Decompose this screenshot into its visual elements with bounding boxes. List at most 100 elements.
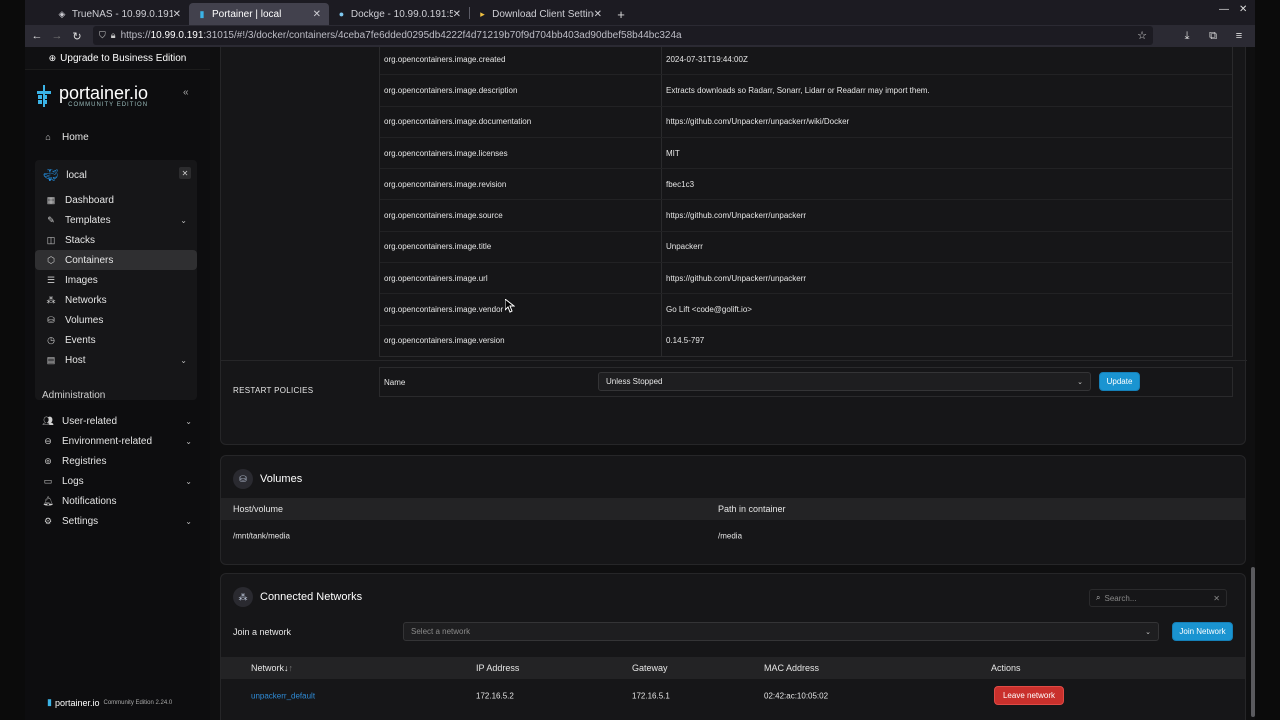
close-icon[interactable]: ✕ [453,9,461,20]
forward-icon[interactable]: → [47,26,67,46]
label-row: org.opencontainers.image.documentation ht… [380,105,1232,137]
sidebar: ⊕ Upgrade to Business Edition portainer.… [25,47,210,720]
close-window-icon[interactable]: ✕ [1239,4,1247,15]
restart-policies-title: RESTART POLICIES [233,386,314,395]
containers-icon: ⬡ [47,254,55,265]
back-icon[interactable]: ← [27,26,47,46]
sidebar-item-settings[interactable]: ⚙ Settings ⌄ [42,512,192,530]
shield-icon: ⛉ [99,30,106,40]
leave-network-button[interactable]: Leave network [994,686,1064,705]
collapse-sidebar-icon[interactable]: « [183,87,189,98]
sidebar-item-volumes[interactable]: ⛁ Volumes [45,311,187,329]
sidebar-item-images[interactable]: ☰ Images [45,271,187,289]
upgrade-banner[interactable]: ⊕ Upgrade to Business Edition [25,47,210,70]
events-icon: ◷ [47,334,55,345]
url-prefix: https:// [120,30,151,41]
sidebar-item-stacks[interactable]: ◫ Stacks [45,231,187,249]
sidebar-item-containers[interactable]: ⬡ Containers [35,250,197,270]
footer-version: Community Edition 2.24.0 [103,699,173,706]
label-value: 0.14.5-797 [666,336,705,346]
restart-policy-select[interactable]: Unless Stopped ⌄ [598,372,1091,391]
sidebar-item-label: Templates [65,214,111,226]
sidebar-item-label: Environment-related [62,435,153,447]
update-button[interactable]: Update [1099,372,1140,391]
network-search-input[interactable]: ⌕ Search... ✕ [1089,589,1227,607]
network-select[interactable]: Select a network ⌄ [403,622,1159,641]
brand-subtitle: COMMUNITY EDITION [68,102,149,108]
sidebar-item-notifications[interactable]: 🔔︎ Notifications [42,492,192,510]
mouse-cursor-icon [505,299,515,313]
menu-icon[interactable]: ≡ [1229,26,1249,46]
environment-name: local [66,169,87,181]
docker-icon: 🐳︎ [43,168,59,182]
logs-icon: ▭ [43,475,53,486]
sidebar-item-home[interactable]: ⌂ Home [42,128,192,146]
lock-icon: 🔒︎ [110,30,116,40]
chevron-down-icon: ⌄ [1145,628,1151,636]
sidebar-item-label: Volumes [65,314,104,326]
sidebar-item-label: Dashboard [65,194,114,206]
portainer-logo[interactable]: portainer.io COMMUNITY EDITION [35,83,148,109]
sidebar-item-registries[interactable]: ⊚ Registries [42,452,192,470]
sidebar-item-host[interactable]: ▤ Host ⌄ [45,351,187,369]
chevron-down-icon: ⌄ [185,436,192,446]
join-network-button[interactable]: Join Network [1172,622,1233,641]
minimize-icon[interactable]: — [1219,4,1229,15]
portainer-icon: ▮ [199,8,205,19]
close-icon[interactable]: ✕ [313,9,321,20]
tab-dockge[interactable]: ● Dockge - 10.99.0.191:500 ✕ [329,3,469,25]
container-details-panel: org.opencontainers.image.created 2024-07-… [220,47,1247,445]
tab-truenas[interactable]: ◈ TrueNAS - 10.99.0.191 ✕ [49,3,189,25]
sidebar-item-templates[interactable]: ✎ Templates ⌄ [45,211,187,229]
label-value: Extracts downloads so Radarr, Sonarr, Li… [666,85,930,95]
label-key: org.opencontainers.image.licenses [380,137,662,169]
chevron-down-icon: ⌄ [185,416,192,426]
dockge-icon: ● [338,9,345,19]
sidebar-item-user-related[interactable]: 👥︎ User-related ⌄ [42,412,192,430]
footer-brand-name: portainer.io [54,697,100,708]
sidebar-item-label: Networks [65,294,107,306]
brand-name: portainer.io [59,83,149,103]
sidebar-item-dashboard[interactable]: ▦ Dashboard [45,191,187,209]
label-key: org.opencontainers.image.description [380,75,662,106]
sonarr-icon: ▸ [480,8,485,19]
extensions-icon[interactable]: ⧉ [1203,26,1223,46]
close-icon[interactable]: ✕ [594,9,602,20]
navigation-bar: ← → ↻ ⛉ 🔒︎ https://10.99.0.191:31015/#!/… [25,25,1255,47]
column-actions: Actions [991,663,1021,673]
restart-policies-section: RESTART POLICIES Name Unless Stopped ⌄ U… [221,360,1247,424]
column-network[interactable]: Network↓↑ [251,663,293,673]
column-path-in-container: Path in container [718,504,786,514]
address-bar[interactable]: ⛉ 🔒︎ https://10.99.0.191:31015/#!/3/dock… [93,26,1153,45]
label-value: https://github.com/Unpackerr/unpackerr/w… [666,117,850,127]
page-scrollbar[interactable] [1251,567,1255,717]
network-name-link[interactable]: unpackerr_default [251,692,315,701]
close-icon[interactable]: ✕ [173,9,181,20]
new-tab-button[interactable]: + [610,3,632,25]
users-icon: 👥︎ [42,415,54,426]
sidebar-item-label: User-related [62,415,118,427]
sidebar-item-networks[interactable]: ⁂ Networks [45,291,187,309]
bookmark-star-icon[interactable]: ☆ [1137,29,1147,42]
tab-sonarr[interactable]: ▸ Download Client Settings ✕ [470,3,610,25]
column-mac-address: MAC Address [764,663,820,673]
sidebar-item-events[interactable]: ◷ Events [45,331,187,349]
sidebar-item-logs[interactable]: ▭ Logs ⌄ [42,472,192,490]
label-row: org.opencontainers.image.created 2024-07-… [380,47,1232,75]
clear-search-icon[interactable]: ✕ [1213,594,1220,603]
label-key: org.opencontainers.image.revision [380,169,662,200]
network-mac: 02:42:ac:10:05:02 [764,691,829,701]
label-key: org.opencontainers.image.title [380,231,662,263]
volumes-heading: Volumes [260,473,303,485]
label-key: org.opencontainers.image.source [380,200,662,231]
reload-icon[interactable]: ↻ [67,26,87,46]
download-icon[interactable]: ⤓ [1177,26,1197,46]
images-icon: ☰ [46,274,56,285]
tab-label: TrueNAS - 10.99.0.191 [71,8,173,20]
close-environment-icon[interactable]: ✕ [179,167,191,179]
sidebar-item-label: Notifications [62,495,117,507]
network-ip: 172.16.5.2 [476,691,514,701]
table-row: unpackerr_default 172.16.5.2 172.16.5.1 … [221,681,1245,711]
sidebar-item-environment-related[interactable]: ⊖ Environment-related ⌄ [42,432,192,450]
tab-portainer[interactable]: ▮ Portainer | local ✕ [189,3,329,25]
